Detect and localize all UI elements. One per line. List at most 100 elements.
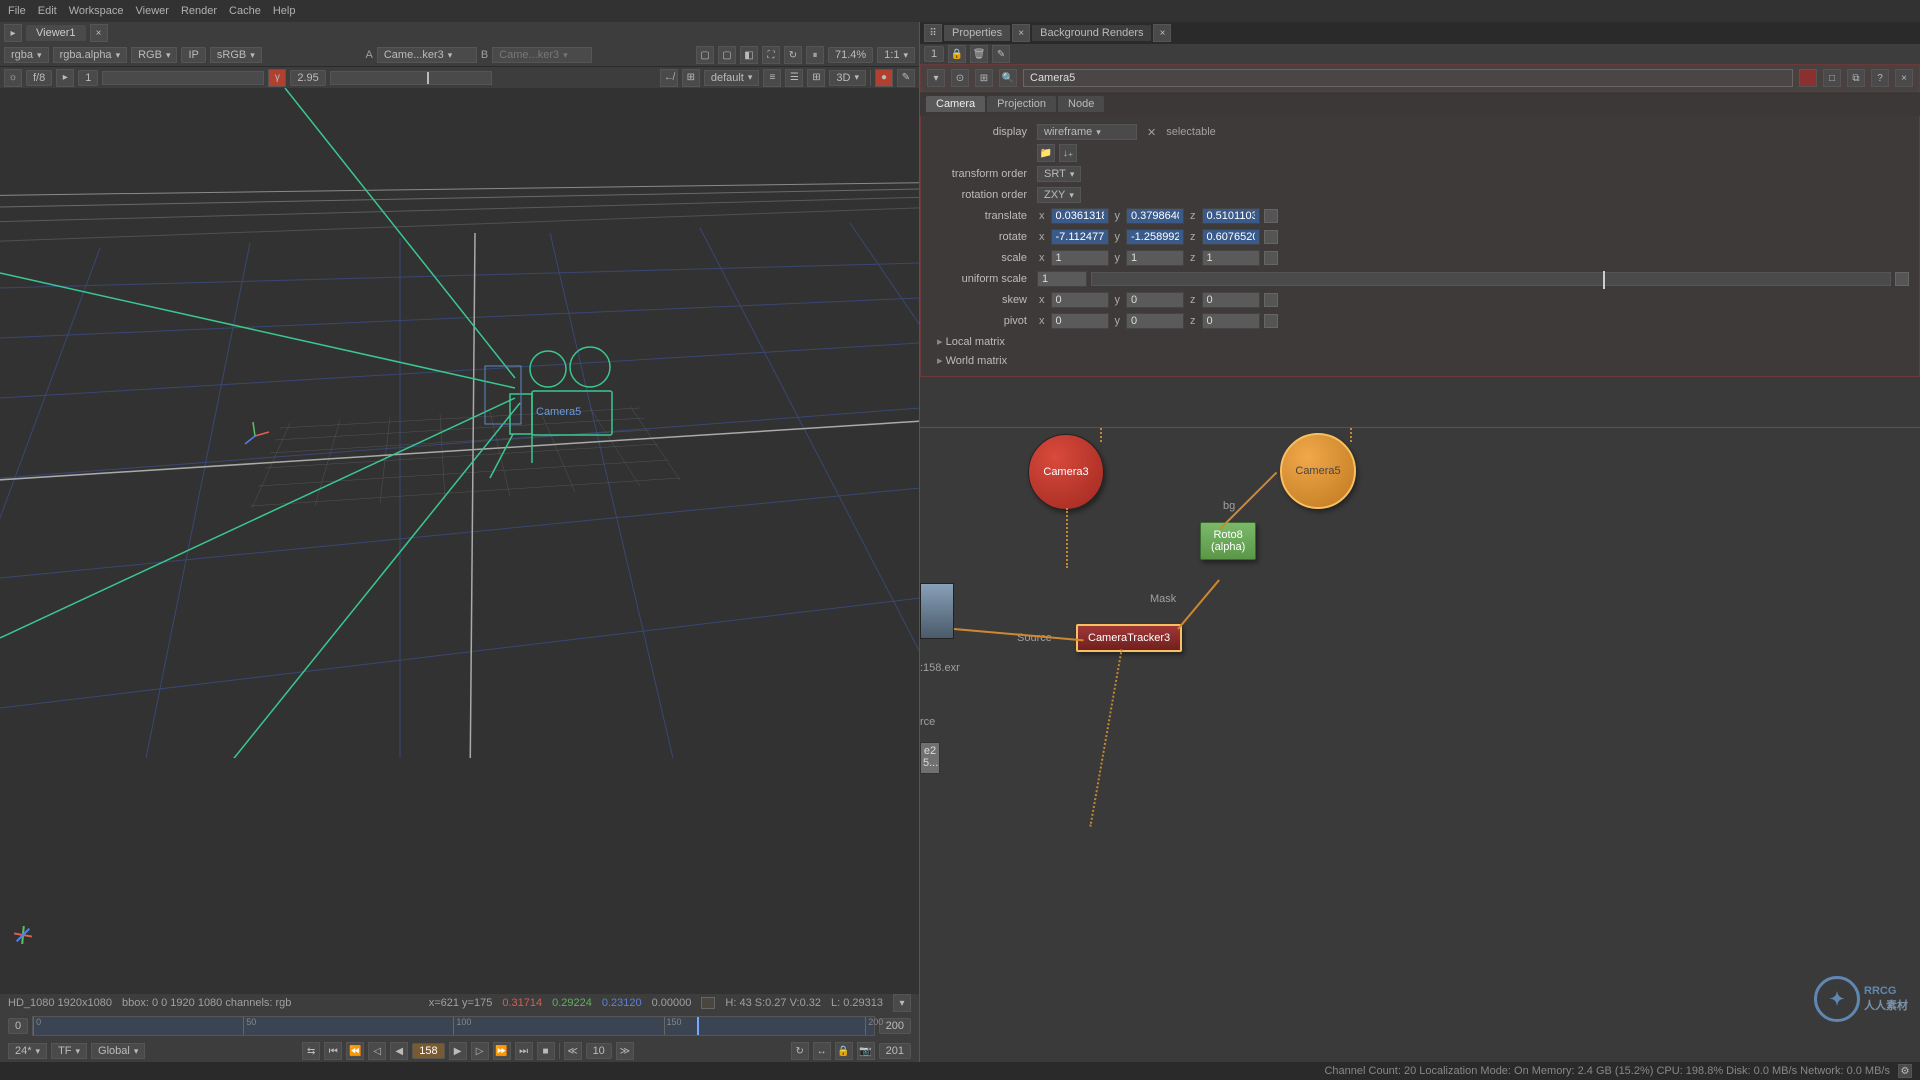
range-end[interactable]: 200 [879, 1018, 911, 1034]
help-icon[interactable]: ? [1871, 69, 1889, 87]
translate-y[interactable] [1126, 208, 1184, 224]
play-icon[interactable]: ▶ [449, 1042, 467, 1060]
b-input-dropdown[interactable]: Came...ker3 [492, 47, 592, 63]
translate-z[interactable] [1202, 208, 1260, 224]
time-track[interactable]: 0 50 100 150 200 [32, 1016, 875, 1036]
alpha-dropdown[interactable]: rgba.alpha [53, 47, 128, 63]
collapse-node-icon[interactable]: ▾ [927, 69, 945, 87]
tab-node[interactable]: Node [1058, 96, 1104, 112]
status-menu-icon[interactable]: ▾ [893, 994, 911, 1012]
node-cameratracker3[interactable]: CameraTracker3 [1076, 624, 1182, 652]
locate-node-icon[interactable]: ⊞ [975, 69, 993, 87]
ip-button[interactable]: IP [181, 47, 205, 63]
menu-render[interactable]: Render [181, 5, 217, 17]
fps-dropdown[interactable]: 24* [8, 1043, 47, 1059]
first-frame-icon[interactable]: ⏮ [324, 1042, 342, 1060]
proxy-icon[interactable]: ⛶ [762, 46, 780, 64]
tab-camera[interactable]: Camera [926, 96, 985, 112]
scale-z[interactable] [1202, 250, 1260, 266]
scope-dropdown[interactable]: Global [91, 1043, 145, 1059]
pivot-z[interactable] [1202, 313, 1260, 329]
gain-slider[interactable] [102, 71, 264, 85]
world-matrix-expand[interactable]: World matrix [931, 351, 1909, 370]
lock-props-icon[interactable]: 🔒 [948, 45, 966, 63]
node-color-icon[interactable] [1799, 69, 1817, 87]
node-camera5[interactable]: Camera5 [1280, 433, 1356, 509]
uniform-scale-slider[interactable] [1091, 272, 1891, 286]
local-matrix-expand[interactable]: Local matrix [931, 332, 1909, 351]
gamma-slider[interactable] [330, 71, 492, 85]
pivot-x[interactable] [1051, 313, 1109, 329]
menu-edit[interactable]: Edit [38, 5, 57, 17]
node-roto8[interactable]: Roto8 (alpha) [1200, 522, 1256, 560]
skip-value[interactable]: 10 [586, 1043, 612, 1059]
snapshot-icon[interactable]: 📷 [857, 1042, 875, 1060]
grid-icon[interactable]: ⊞ [807, 69, 825, 87]
tab-close-icon[interactable]: × [1012, 24, 1030, 42]
skew-y[interactable] [1126, 292, 1184, 308]
pause-icon[interactable]: ⏸ [806, 46, 824, 64]
roi-icon[interactable]: ◧ [740, 46, 758, 64]
rotate-z[interactable] [1202, 229, 1260, 245]
tab-projection[interactable]: Projection [987, 96, 1056, 112]
node-graph[interactable]: Camera3 Camera5 bg Roto8 (alpha) Mask So… [920, 428, 1920, 1062]
clip-icon[interactable]: ▢ [696, 46, 714, 64]
rgb-dropdown[interactable]: RGB [131, 47, 177, 63]
gamma-icon[interactable]: γ [268, 69, 286, 87]
gain-arrow-icon[interactable]: ▸ [56, 69, 74, 87]
transform-order-dropdown[interactable]: SRT [1037, 166, 1081, 182]
rotate-x[interactable] [1051, 229, 1109, 245]
center-node-icon[interactable]: ⊙ [951, 69, 969, 87]
viewport-3d[interactable]: Camera5 [0, 88, 919, 994]
loop-icon[interactable]: ↻ [791, 1042, 809, 1060]
rotation-order-dropdown[interactable]: ZXY [1037, 187, 1081, 203]
fstop-value[interactable]: f/8 [26, 70, 52, 86]
next-key-icon[interactable]: ⏩ [493, 1042, 511, 1060]
display-dropdown[interactable]: wireframe [1037, 124, 1137, 140]
uscale-curve-icon[interactable] [1895, 272, 1909, 286]
uniform-scale-field[interactable] [1037, 271, 1087, 287]
scale-y[interactable] [1126, 250, 1184, 266]
lut-dropdown[interactable]: default [704, 70, 760, 86]
clear-props-icon[interactable]: 🗑 [970, 45, 988, 63]
channel-dropdown[interactable]: rgba [4, 47, 49, 63]
zdepth-icon[interactable]: ↚ [660, 69, 678, 87]
gain-value[interactable]: 1 [78, 70, 98, 86]
tab-close-icon[interactable]: × [90, 24, 108, 42]
fstop-icon[interactable]: ☼ [4, 69, 22, 87]
step-fwd-icon[interactable]: ▷ [471, 1042, 489, 1060]
menu-workspace[interactable]: Workspace [69, 5, 124, 17]
record-icon[interactable]: ● [875, 69, 893, 87]
node-name-field[interactable]: Camera5 [1023, 69, 1793, 87]
skip-fwd-icon[interactable]: ≫ [616, 1042, 634, 1060]
menu-file[interactable]: File [8, 5, 26, 17]
total-frames[interactable]: 201 [879, 1043, 911, 1059]
overlay-icon[interactable]: ⊞ [682, 69, 700, 87]
layers-icon[interactable]: ≡ [763, 69, 781, 87]
close-node-icon[interactable]: × [1895, 69, 1913, 87]
translate-x[interactable] [1051, 208, 1109, 224]
viewer-menu-icon[interactable]: ▸ [4, 24, 22, 42]
tab-close2-icon[interactable]: × [1153, 24, 1171, 42]
file-icon[interactable]: 📁 [1037, 144, 1055, 162]
menu-viewer[interactable]: Viewer [136, 5, 169, 17]
status-menu-icon[interactable]: ⚙ [1898, 1064, 1912, 1078]
bounce-icon[interactable]: ↔ [813, 1042, 831, 1060]
scale-x[interactable] [1051, 250, 1109, 266]
current-frame[interactable]: 158 [412, 1043, 444, 1059]
import-icon[interactable]: ↓₊ [1059, 144, 1077, 162]
prev-key-icon[interactable]: ⏪ [346, 1042, 364, 1060]
props-grip-icon[interactable]: ⠿ [924, 24, 942, 42]
last-frame-icon[interactable]: ⏭ [515, 1042, 533, 1060]
float-icon[interactable]: ⧉ [1847, 69, 1865, 87]
tab-properties[interactable]: Properties [944, 25, 1010, 41]
edit-props-icon[interactable]: ✎ [992, 45, 1010, 63]
lock-icon[interactable]: 🔒 [835, 1042, 853, 1060]
gamma-value[interactable]: 2.95 [290, 70, 325, 86]
rotate-curve-icon[interactable] [1264, 230, 1278, 244]
refresh-icon[interactable]: ↻ [784, 46, 802, 64]
selectable-checkbox[interactable]: ✕ [1141, 126, 1162, 139]
props-count[interactable]: 1 [924, 46, 944, 62]
play-back-icon[interactable]: ◀ [390, 1042, 408, 1060]
find-node-icon[interactable]: 🔍 [999, 69, 1017, 87]
